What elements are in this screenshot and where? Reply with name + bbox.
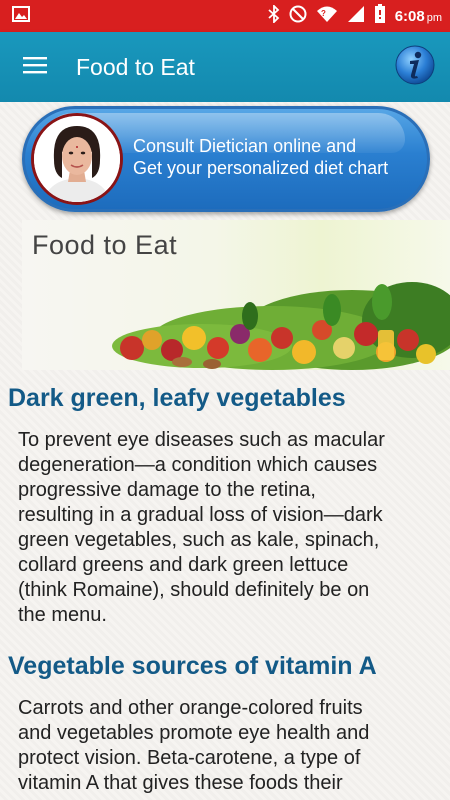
info-icon	[395, 45, 435, 90]
clock-ampm: pm	[426, 11, 442, 24]
image-icon	[12, 5, 30, 27]
content-area[interactable]: Consult Dietician online and Get your pe…	[0, 102, 450, 800]
section-heading: Dark green, leafy vegetables	[8, 384, 346, 412]
consult-line-1: Consult Dietician online and	[133, 136, 357, 156]
avatar	[31, 113, 123, 205]
signal-icon	[347, 5, 365, 27]
clock-time: 6:08	[394, 7, 425, 25]
do-not-disturb-icon	[289, 5, 307, 27]
food-banner-image: Food to Eat	[22, 220, 450, 370]
bluetooth-icon	[268, 3, 280, 27]
info-button[interactable]	[380, 32, 450, 102]
vegetables-illustration	[112, 282, 450, 370]
consult-text: Consult Dietician online and Get your pe…	[133, 135, 388, 179]
section-heading: Vegetable sources of vitamin A	[8, 652, 377, 680]
battery-icon	[374, 4, 386, 28]
paragraph-line: protect vision. Beta-carotene, a type of	[18, 747, 361, 769]
status-bar: ? 6:08 pm	[0, 0, 450, 32]
paragraph-line: degeneration—a condition which causes	[18, 454, 378, 476]
paragraph-line: and vegetables promote eye health and	[18, 722, 370, 744]
page-title: Food to Eat	[76, 53, 195, 80]
consult-line-2: Get your personalized diet chart	[133, 158, 389, 178]
wifi-icon: ?	[316, 5, 338, 27]
paragraph-line: vitamin A that gives these foods their	[18, 772, 343, 794]
svg-text:?: ?	[321, 9, 326, 18]
hamburger-menu-icon	[23, 56, 47, 79]
paragraph-line: To prevent eye diseases such as macular	[18, 429, 385, 451]
paragraph-line: the menu.	[18, 604, 107, 626]
paragraph-line: resulting in a gradual loss of vision—da…	[18, 504, 383, 526]
app-bar: Food to Eat	[0, 32, 450, 102]
paragraph-line: (think Romaine), should definitely be on	[18, 579, 370, 601]
paragraph-line: collard greens and dark green lettuce	[18, 554, 349, 576]
paragraph-line: green vegetables, such as kale, spinach,	[18, 529, 380, 551]
menu-button[interactable]	[0, 32, 70, 102]
consult-dietician-button[interactable]: Consult Dietician online and Get your pe…	[22, 106, 430, 212]
clock: 6:08 pm	[395, 8, 442, 25]
paragraph-line: Carrots and other orange-colored fruits	[18, 697, 363, 719]
paragraph-line: progressive damage to the retina,	[18, 479, 316, 501]
section-paragraph: To prevent eye diseases such as macular …	[18, 428, 438, 628]
section-paragraph: Carrots and other orange-colored fruits …	[18, 696, 438, 796]
